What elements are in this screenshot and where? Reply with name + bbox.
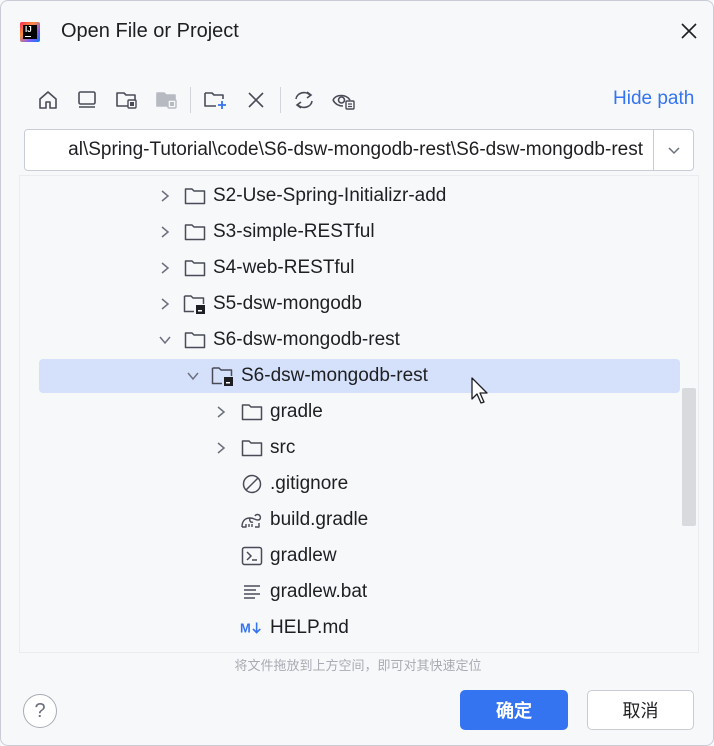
project-folder-icon [116, 92, 137, 109]
path-input[interactable]: al\Spring-Tutorial\code\S6-dsw-mongodb-r… [68, 130, 643, 170]
tree-row-selected[interactable]: S6-dsw-mongodb-rest [20, 358, 680, 394]
file-tree[interactable]: M HELP.md gradlew.bat gradlew build.gradle .g… [19, 175, 699, 653]
hide-path-link[interactable]: Hide path [613, 88, 694, 110]
desktop-icon [78, 91, 96, 108]
path-dropdown-button[interactable] [654, 130, 693, 170]
mouse-cursor-icon [471, 377, 488, 404]
tree-row[interactable]: S6-dsw-mongodb-rest [20, 322, 680, 358]
tree-row[interactable]: S2-Use-Spring-Initializr-add [20, 178, 680, 214]
folder-icon [240, 401, 264, 423]
refresh-icon [295, 91, 313, 109]
module-folder-icon [156, 92, 177, 109]
tree-item-label: S6-dsw-mongodb-rest [213, 329, 400, 350]
dialog-title: Open File or Project [61, 20, 239, 42]
tree-row[interactable]: build.gradle [20, 502, 680, 538]
tree-row[interactable]: gradle [20, 394, 680, 430]
tree-row[interactable]: S4-web-RESTful [20, 250, 680, 286]
folder-icon [183, 329, 207, 351]
chevron-down-icon[interactable] [156, 331, 174, 349]
chevron-right-icon[interactable] [156, 223, 174, 241]
tree-item-label: HELP.md [270, 617, 349, 638]
folder-icon [183, 221, 207, 243]
desktop-button[interactable] [70, 83, 104, 117]
delete-button[interactable] [239, 83, 273, 117]
tree-row[interactable]: gradlew [20, 538, 680, 574]
path-combobox[interactable]: al\Spring-Tutorial\code\S6-dsw-mongodb-r… [24, 129, 694, 171]
markdown-file-icon: M [240, 617, 264, 639]
chevron-down-icon [667, 147, 680, 155]
help-button[interactable]: ? [23, 694, 57, 728]
tree-item-label: build.gradle [270, 509, 369, 530]
tree-item-label: src [270, 437, 296, 458]
show-hidden-icon [332, 94, 355, 110]
project-directory-button[interactable] [110, 83, 144, 117]
home-button[interactable] [31, 83, 65, 117]
close-button[interactable] [673, 15, 705, 47]
toolbar [31, 83, 711, 117]
tree-item-label: S4-web-RESTful [213, 257, 355, 278]
drop-hint: 将文件拖放到上方空间，即可对其快速定位 [234, 658, 482, 673]
module-directory-button[interactable] [150, 83, 184, 117]
tree-item-label: S5-dsw-mongodb [213, 293, 362, 314]
tree-item-label: S6-dsw-mongodb-rest [241, 365, 428, 386]
new-folder-button[interactable] [199, 83, 233, 117]
chevron-down-icon[interactable] [184, 367, 202, 385]
chevron-right-icon[interactable] [212, 439, 230, 457]
chevron-right-icon[interactable] [156, 259, 174, 277]
tree-item-label: gradle [270, 401, 323, 422]
show-hidden-files-button[interactable] [327, 83, 361, 117]
close-icon [681, 23, 697, 39]
folder-icon [240, 437, 264, 459]
delete-icon [248, 92, 264, 108]
tree-row[interactable]: S5-dsw-mongodb [20, 286, 680, 322]
tree-row[interactable]: M HELP.md [20, 610, 680, 646]
text-file-icon [240, 581, 264, 603]
tree-item-label: .gitignore [270, 473, 349, 494]
title-bar: IJ Open File or Project [1, 1, 713, 63]
refresh-button[interactable] [287, 83, 321, 117]
cancel-button[interactable]: 取消 [587, 690, 694, 730]
tree-item-label: gradlew.bat [270, 581, 368, 602]
tree-row[interactable]: .gitignore [20, 466, 680, 502]
shell-script-icon [240, 545, 264, 567]
gradle-file-icon [240, 509, 264, 531]
ok-button[interactable]: 确定 [460, 690, 568, 730]
home-icon [39, 91, 57, 109]
folder-icon [183, 257, 207, 279]
ignore-file-icon [240, 473, 264, 495]
tree-row[interactable]: gradlew.bat [20, 574, 680, 610]
svg-text:M: M [240, 621, 251, 636]
chevron-right-icon[interactable] [156, 187, 174, 205]
intellij-logo-icon: IJ [20, 22, 40, 42]
chevron-right-icon[interactable] [156, 295, 174, 313]
project-folder-icon [183, 293, 207, 315]
tree-row[interactable]: S3-simple-RESTful [20, 214, 680, 250]
new-folder-icon [204, 92, 226, 109]
chevron-right-icon[interactable] [212, 403, 230, 421]
project-folder-icon [211, 365, 235, 387]
tree-scrollbar[interactable] [682, 388, 696, 526]
tree-row[interactable]: src [20, 430, 680, 466]
tree-item-label: S2-Use-Spring-Initializr-add [213, 185, 447, 206]
tree-item-label: S3-simple-RESTful [213, 221, 375, 242]
tree-item-label: gradlew [270, 545, 337, 566]
open-file-dialog: IJ Open File or Project Hide path al\Spr… [0, 0, 714, 746]
folder-icon [183, 185, 207, 207]
